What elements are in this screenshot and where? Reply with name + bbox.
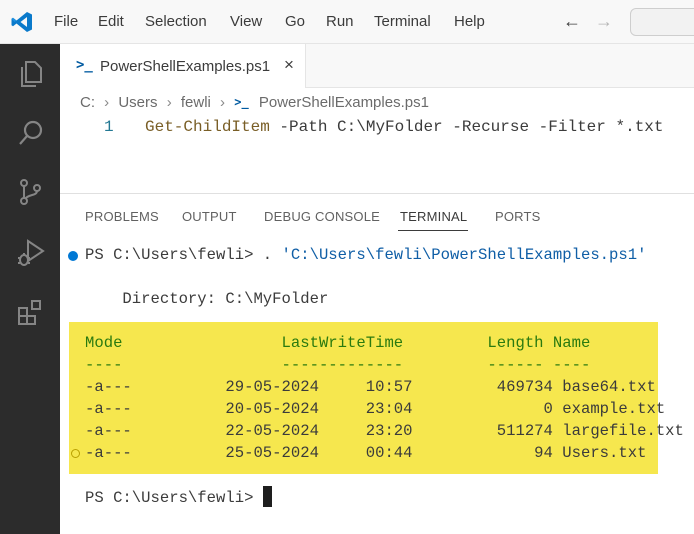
bottom-panel: PROBLEMS OUTPUT DEBUG CONSOLE TERMINAL P… <box>60 193 694 534</box>
tab-problems[interactable]: PROBLEMS <box>85 209 159 224</box>
title-bar: File Edit Selection View Go Run Terminal… <box>0 0 694 44</box>
menu-selection[interactable]: Selection <box>145 12 207 32</box>
arrow-left-icon[interactable]: ← <box>563 11 581 31</box>
tab-terminal[interactable]: TERMINAL <box>400 209 467 224</box>
tab-debug-console[interactable]: DEBUG CONSOLE <box>264 209 380 224</box>
terminal-prompt-line[interactable]: PS C:\Users\fewli> <box>85 486 272 509</box>
explorer-icon[interactable] <box>16 58 46 88</box>
active-tab-indicator <box>398 230 468 231</box>
command-center-search[interactable] <box>630 8 694 36</box>
tab-ports[interactable]: PORTS <box>495 209 541 224</box>
chevron-right-icon: › <box>220 93 226 111</box>
table-row: -a--- 20-05-2024 23:04 0 example.txt <box>85 400 666 418</box>
run-debug-icon[interactable] <box>16 238 46 268</box>
terminal-cursor <box>262 486 272 507</box>
breadcrumb-users[interactable]: Users <box>118 94 157 111</box>
search-icon[interactable] <box>16 118 46 148</box>
code-text[interactable]: Get-ChildItem -Path C:\MyFolder -Recurse… <box>145 116 664 138</box>
vscode-logo-icon[interactable] <box>10 10 34 34</box>
menu-file[interactable]: File <box>54 12 78 32</box>
source-control-icon[interactable] <box>16 177 46 207</box>
extensions-icon[interactable] <box>16 298 46 328</box>
table-header: Mode LastWriteTime Length Name <box>85 334 591 352</box>
arguments-token: -Path C:\MyFolder -Recurse -Filter *.txt <box>269 118 664 136</box>
breadcrumb-file[interactable]: PowerShellExamples.ps1 <box>259 94 429 111</box>
table-row: -a--- 22-05-2024 23:20 511274 largefile.… <box>85 422 684 440</box>
line-number: 1 <box>104 118 114 136</box>
editor-line[interactable]: 1 Get-ChildItem -Path C:\MyFolder -Recur… <box>60 116 694 138</box>
close-icon[interactable]: × <box>284 55 294 75</box>
menu-view[interactable]: View <box>230 12 262 32</box>
prompt: PS C:\Users\fewli> <box>85 489 263 507</box>
menu-help[interactable]: Help <box>454 12 485 32</box>
editor-tab-bar: >_ PowerShellExamples.ps1 × <box>60 44 694 88</box>
chevron-right-icon: › <box>104 93 110 111</box>
menu-run[interactable]: Run <box>326 12 354 32</box>
prompt: PS C:\Users\fewli> . <box>85 246 282 264</box>
activity-bar <box>0 44 60 534</box>
tab-powershell-examples[interactable]: >_ PowerShellExamples.ps1 × <box>60 44 306 88</box>
breadcrumb-drive[interactable]: C: <box>80 94 95 111</box>
table-row: -a--- 29-05-2024 10:57 469734 base64.txt <box>85 378 656 396</box>
breadcrumb-fewli[interactable]: fewli <box>181 94 211 111</box>
powershell-file-icon: >_ <box>234 95 249 110</box>
table-row: -a--- 25-05-2024 00:44 94 Users.txt <box>85 444 647 462</box>
menu-go[interactable]: Go <box>285 12 305 32</box>
arrow-right-icon[interactable]: → <box>595 11 613 31</box>
directory-line: Directory: C:\MyFolder <box>85 290 329 308</box>
command-decoration-icon[interactable] <box>68 251 78 261</box>
chevron-right-icon: › <box>166 93 172 111</box>
tab-output[interactable]: OUTPUT <box>182 209 237 224</box>
cmdlet-token: Get-ChildItem <box>145 118 270 136</box>
menu-edit[interactable]: Edit <box>98 12 124 32</box>
breadcrumb: C: › Users › fewli › >_ PowerShellExampl… <box>80 93 429 113</box>
script-path: 'C:\Users\fewli\PowerShellExamples.ps1' <box>281 246 647 264</box>
table-separator: ---- ------------- ------ ---- <box>85 356 591 374</box>
tab-label: PowerShellExamples.ps1 <box>100 58 271 75</box>
powershell-file-icon: >_ <box>76 57 93 73</box>
circle-decoration-icon <box>71 449 80 458</box>
menu-terminal[interactable]: Terminal <box>374 12 431 32</box>
terminal-command-line: PS C:\Users\fewli> . 'C:\Users\fewli\Pow… <box>85 244 646 266</box>
